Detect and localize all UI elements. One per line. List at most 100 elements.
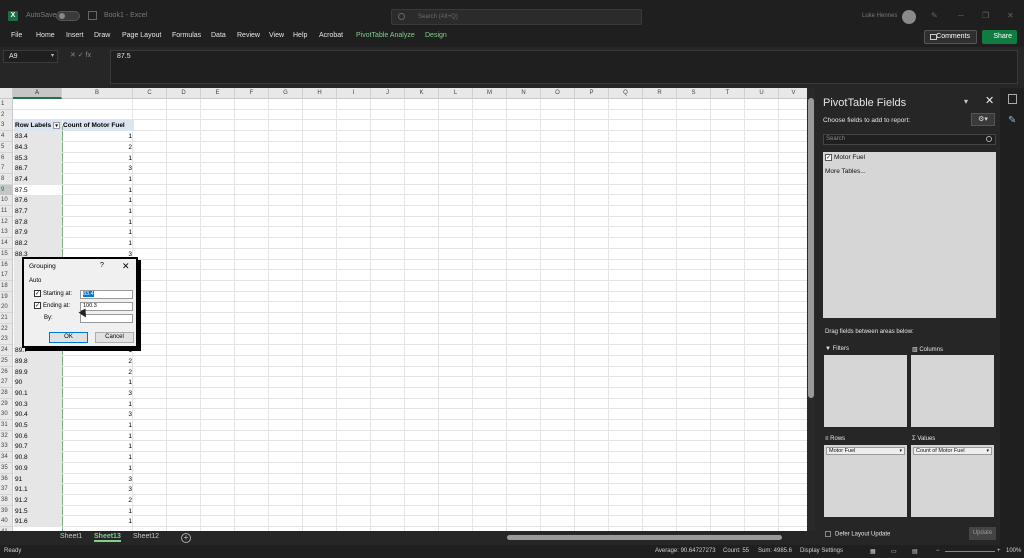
count-header[interactable]: Count of Motor Fuel xyxy=(63,120,134,132)
row-header[interactable]: 23 xyxy=(0,334,13,346)
row-header[interactable]: 20 xyxy=(0,302,13,314)
formula-icons[interactable]: ✕ ✓ fx xyxy=(70,51,91,59)
row-header[interactable]: 36 xyxy=(0,473,13,485)
field-motor-fuel[interactable]: ✓ Motor Fuel xyxy=(825,154,865,161)
row-label-cell[interactable]: 89.8 xyxy=(14,355,62,367)
tab-data[interactable]: Data xyxy=(211,32,226,39)
column-header[interactable]: B xyxy=(62,88,133,99)
help-icon[interactable]: ? xyxy=(100,262,104,269)
row-header[interactable]: 8 xyxy=(0,173,13,185)
row-header[interactable]: 35 xyxy=(0,462,13,474)
row-header[interactable]: 19 xyxy=(0,291,13,303)
row-label-cell[interactable]: 91.1 xyxy=(14,484,62,496)
row-header[interactable]: 28 xyxy=(0,387,13,399)
checkbox-checked-icon[interactable]: ✓ xyxy=(34,290,41,297)
chevron-down-icon[interactable]: ▾ xyxy=(899,448,902,454)
count-cell[interactable]: 3 xyxy=(63,409,134,420)
row-header[interactable]: 1 xyxy=(0,99,13,110)
starting-at-input[interactable]: 83.4 xyxy=(80,290,133,299)
minimize-icon[interactable]: ─ xyxy=(958,12,966,20)
row-label-cell[interactable]: 90.4 xyxy=(14,409,62,421)
row-label-cell[interactable]: 91.2 xyxy=(14,494,62,506)
column-header[interactable]: S xyxy=(677,88,711,99)
row-label-cell[interactable]: 90.6 xyxy=(14,430,62,442)
tab-design[interactable]: Design xyxy=(425,32,447,39)
tab-insert[interactable]: Insert xyxy=(66,32,84,39)
close-icon[interactable]: ✕ xyxy=(1007,12,1015,20)
count-cell[interactable]: 1 xyxy=(63,153,134,164)
rows-area[interactable]: Motor Fuel ▾ xyxy=(824,445,907,517)
row-label-cell[interactable]: 89.9 xyxy=(14,366,62,378)
defer-layout-update[interactable]: Defer Layout Update xyxy=(825,531,890,538)
count-cell[interactable]: 1 xyxy=(63,399,134,410)
sheet-tab-sheet1[interactable]: Sheet1 xyxy=(60,533,82,540)
row-label-cell[interactable]: 90.1 xyxy=(14,387,62,399)
count-cell[interactable]: 2 xyxy=(63,367,134,378)
row-header[interactable]: 10 xyxy=(0,195,13,207)
count-cell[interactable]: 1 xyxy=(63,506,134,517)
count-cell[interactable]: 2 xyxy=(63,495,134,506)
row-header[interactable]: 32 xyxy=(0,430,13,442)
column-header[interactable]: R xyxy=(643,88,677,99)
row-header[interactable]: 22 xyxy=(0,323,13,335)
row-header[interactable]: 15 xyxy=(0,248,13,260)
user-name[interactable]: Luke Hennes xyxy=(862,13,897,19)
vertical-scroll-thumb[interactable] xyxy=(808,98,814,398)
row-label-cell[interactable]: 90.5 xyxy=(14,420,62,431)
row-header[interactable]: 38 xyxy=(0,494,13,506)
row-label-cell[interactable]: 91.5 xyxy=(14,505,62,517)
count-cell[interactable]: 3 xyxy=(63,163,134,174)
row-header[interactable]: 2 xyxy=(0,109,13,121)
filter-dropdown-icon[interactable]: ▾ xyxy=(53,122,61,130)
gear-icon[interactable]: ⚙▾ xyxy=(971,113,995,126)
update-button[interactable]: Update xyxy=(969,527,996,540)
select-all-corner[interactable] xyxy=(0,88,13,99)
count-cell[interactable]: 1 xyxy=(63,227,134,238)
row-label-cell[interactable]: 85.3 xyxy=(14,152,62,164)
tab-acrobat[interactable]: Acrobat xyxy=(319,32,343,39)
checkbox-checked-icon[interactable]: ✓ xyxy=(825,154,832,161)
column-header[interactable]: U xyxy=(745,88,779,99)
row-header[interactable]: 24 xyxy=(0,345,13,357)
row-label-cell[interactable]: 90.8 xyxy=(14,452,62,464)
checkbox-checked-icon[interactable]: ✓ xyxy=(34,302,41,309)
row-header[interactable]: 40 xyxy=(0,516,13,528)
values-area[interactable]: Count of Motor Fuel ▾ xyxy=(911,445,994,517)
column-header[interactable]: A xyxy=(13,88,62,99)
count-cell[interactable]: 1 xyxy=(63,377,134,388)
row-header[interactable]: 34 xyxy=(0,452,13,464)
column-header[interactable]: E xyxy=(201,88,235,99)
tab-draw[interactable]: Draw xyxy=(94,32,110,39)
tab-home[interactable]: Home xyxy=(36,32,55,39)
tab-help[interactable]: Help xyxy=(293,32,307,39)
row-header[interactable]: 11 xyxy=(0,206,13,217)
columns-area[interactable] xyxy=(911,355,994,427)
row-header[interactable]: 31 xyxy=(0,420,13,431)
count-cell[interactable]: 1 xyxy=(63,431,134,442)
count-cell[interactable]: 1 xyxy=(63,131,134,142)
count-cell[interactable]: 1 xyxy=(63,516,134,527)
tab-page-layout[interactable]: Page Layout xyxy=(122,32,161,39)
row-header[interactable]: 6 xyxy=(0,152,13,164)
more-tables-link[interactable]: More Tables... xyxy=(825,168,866,175)
row-header[interactable]: 25 xyxy=(0,355,13,367)
row-label-cell[interactable]: 87.6 xyxy=(14,195,62,207)
row-header[interactable]: 5 xyxy=(0,141,13,153)
row-header[interactable]: 37 xyxy=(0,484,13,496)
column-header[interactable]: K xyxy=(405,88,439,99)
count-cell[interactable]: 1 xyxy=(63,185,134,196)
pivot-search-input[interactable]: Search xyxy=(823,134,996,145)
row-label-cell[interactable]: 90.7 xyxy=(14,441,62,453)
vertical-scrollbar[interactable] xyxy=(807,88,815,531)
filters-area[interactable] xyxy=(824,355,907,427)
tab-file[interactable]: File xyxy=(11,32,22,39)
chevron-down-icon[interactable]: ▾ xyxy=(51,51,54,62)
count-cell[interactable]: 3 xyxy=(63,388,134,399)
share-button[interactable]: Share xyxy=(982,30,1017,44)
checkbox-icon[interactable] xyxy=(825,531,831,537)
row-header[interactable]: 14 xyxy=(0,238,13,250)
row-header[interactable]: 33 xyxy=(0,441,13,453)
column-header[interactable]: P xyxy=(575,88,609,99)
values-field-item[interactable]: Count of Motor Fuel ▾ xyxy=(913,447,992,455)
row-label-cell[interactable]: 87.4 xyxy=(14,173,62,185)
